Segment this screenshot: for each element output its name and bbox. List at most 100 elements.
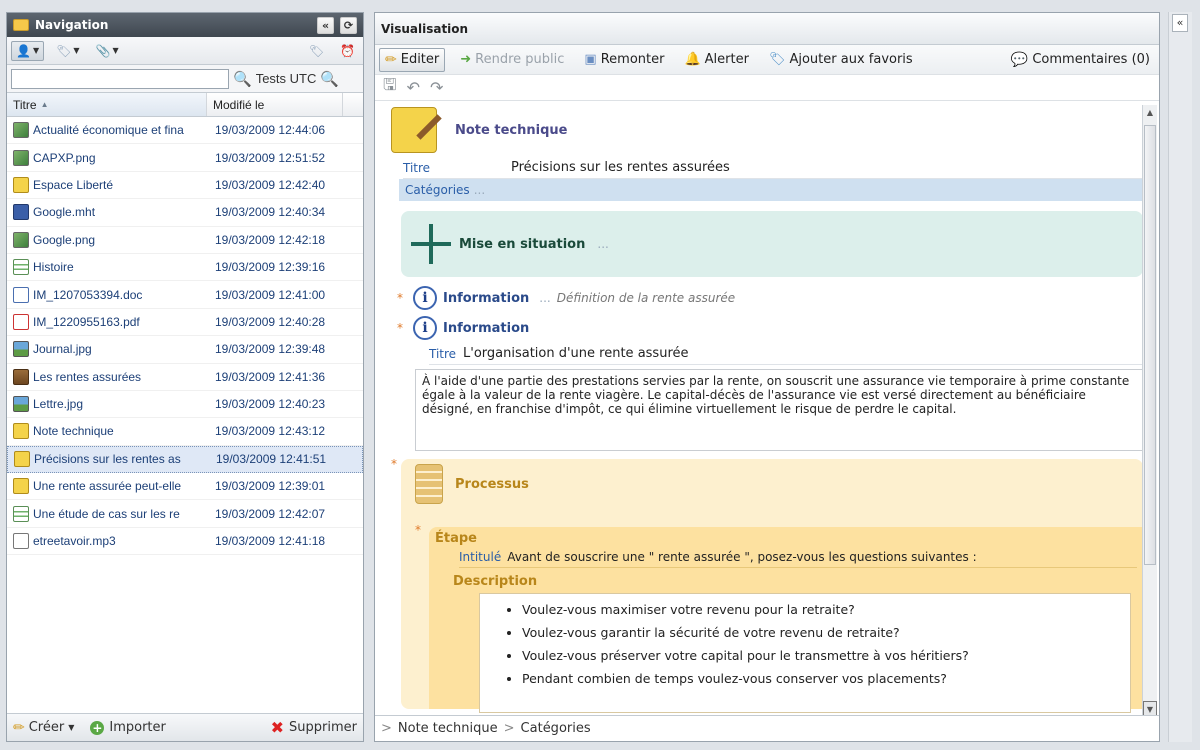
jpg-icon [13, 396, 29, 413]
content-scrollbar[interactable]: ▲ ▼ [1142, 105, 1157, 717]
table-row[interactable]: etreetavoir.mp3 19/03/2009 12:41:18 [7, 528, 363, 556]
undo-icon[interactable]: ↶ [407, 78, 420, 97]
bell-icon: 🔔 [684, 52, 701, 67]
case-icon [13, 368, 29, 385]
note-type-title: Note technique [455, 122, 568, 138]
note-icon [13, 176, 29, 193]
information-more[interactable]: ... [539, 291, 550, 305]
row-title: Espace Liberté [33, 177, 114, 192]
chevron-down-icon: ▼ [73, 46, 80, 55]
compass-icon [411, 224, 451, 264]
navigation-panel: Navigation « ⟳ 👤 ▼ 🏷 ▼ 📎 ▼ 🏷 ⏰ 🔍 Tests UTC … [6, 12, 364, 742]
create-button[interactable]: ✏ Créer ▼ [13, 720, 74, 736]
tag-filter-button[interactable]: 🏷 ▼ [52, 42, 83, 60]
table-row[interactable]: Google.png 19/03/2009 12:42:18 [7, 227, 363, 254]
table-row[interactable]: Une étude de cas sur les re 19/03/2009 12… [7, 500, 363, 528]
html-icon [13, 204, 29, 221]
processus-title: Processus [455, 476, 529, 492]
list-item: Voulez-vous préserver votre capital pour… [522, 644, 1120, 667]
note-icon [13, 478, 29, 495]
row-title: Une rente assurée peut-elle [33, 479, 182, 494]
info-icon: i [413, 286, 437, 310]
tag-icon: 🏷 [56, 43, 72, 58]
add-favorite-button[interactable]: 🏷 Ajouter aux favoris [764, 49, 918, 70]
column-header-title[interactable]: Titre ▲ [7, 93, 207, 116]
chevron-down-icon: ▼ [32, 46, 40, 55]
row-title-cell: Espace Liberté [7, 176, 213, 193]
search-row: 🔍 Tests UTC 🔍 [7, 65, 363, 93]
information-block: * i Information ... Définition de la ren… [397, 283, 1143, 313]
attachment-filter-button[interactable]: 📎 ▼ [92, 42, 123, 60]
table-row[interactable]: Une rente assurée peut-elle 19/03/2009 12… [7, 473, 363, 501]
list-item: Pendant combien de temps voulez-vous con… [522, 667, 1120, 690]
scroll-up-icon[interactable]: ▲ [1143, 105, 1157, 121]
row-title-cell: Google.mht [7, 204, 213, 221]
save-icon[interactable]: 🖫 [383, 74, 397, 101]
table-row[interactable]: Histoire 19/03/2009 12:39:16 [7, 254, 363, 282]
pdf-icon [13, 313, 29, 330]
alert-button[interactable]: 🔔 Alerter [679, 49, 753, 70]
edit-toolbar: 🖫 ↶ ↷ [375, 75, 1159, 101]
publish-icon: ➜ [460, 52, 472, 67]
row-modified: 19/03/2009 12:42:18 [215, 232, 326, 247]
table-row[interactable]: Lettre.jpg 19/03/2009 12:40:23 [7, 391, 363, 419]
table-row[interactable]: Espace Liberté 19/03/2009 12:42:40 [7, 172, 363, 200]
right-collapsed-panel [1168, 12, 1192, 742]
story-icon [13, 259, 29, 276]
search-scope-label[interactable]: Tests UTC [256, 71, 317, 86]
titre-value: L'organisation d'une rente assurée [463, 346, 689, 361]
chevron-down-icon: ▼ [112, 46, 119, 55]
expand-panel-icon[interactable]: « [1172, 14, 1188, 32]
table-row[interactable]: IM_1220955163.pdf 19/03/2009 12:40:28 [7, 309, 363, 337]
title-field[interactable]: Titre Précisions sur les rentes assurées [403, 157, 1143, 179]
refresh-icon[interactable]: ⟳ [340, 16, 357, 34]
comments-button[interactable]: 💬 Commentaires (0) [1006, 49, 1155, 71]
breadcrumb-item[interactable]: Note technique [398, 721, 498, 736]
collapse-icon[interactable]: « [317, 16, 334, 34]
required-star-icon: * [397, 291, 403, 305]
edit-button[interactable]: ✏ Editer [379, 47, 446, 72]
raise-button[interactable]: ▣ Remonter [579, 49, 669, 70]
table-row[interactable]: IM_1207053394.doc 19/03/2009 12:41:00 [7, 281, 363, 309]
column-header-modified[interactable]: Modifié le [207, 93, 343, 116]
doc-icon [13, 286, 29, 303]
tags-button[interactable]: 🏷 [305, 42, 328, 60]
table-row[interactable]: Actualité économique et fina 19/03/2009 1… [7, 117, 363, 145]
search-icon[interactable]: 🔍 [233, 70, 252, 88]
table-row[interactable]: Google.mht 19/03/2009 12:40:34 [7, 199, 363, 227]
row-modified: 19/03/2009 12:41:18 [215, 534, 326, 549]
description-box[interactable]: Voulez-vous maximiser votre revenu pour … [479, 593, 1131, 713]
user-filter-button[interactable]: 👤 ▼ [11, 40, 45, 61]
breadcrumb-item[interactable]: Catégories [521, 721, 591, 736]
history-button[interactable]: ⏰ [336, 42, 359, 60]
row-modified: 19/03/2009 12:40:34 [215, 205, 326, 220]
categories-more[interactable]: ... [474, 183, 485, 197]
row-title-cell: Journal.jpg [7, 341, 213, 358]
table-row[interactable]: Les rentes assurées 19/03/2009 12:41:36 [7, 364, 363, 391]
intitule-field[interactable]: Intitulé Avant de souscrire une " rente … [459, 546, 1137, 568]
pencil-icon: ✏ [385, 51, 397, 68]
row-title: Journal.jpg [33, 342, 92, 357]
note-icon [14, 451, 30, 468]
table-row[interactable]: Précisions sur les rentes as 19/03/2009 1… [7, 445, 363, 474]
categories-label: Catégories [405, 183, 470, 197]
import-button[interactable]: + Importer [90, 720, 166, 735]
information-title-field[interactable]: Titre L'organisation d'une rente assurée [429, 343, 1143, 365]
information-text[interactable]: À l'aide d'une partie des prestations se… [415, 369, 1143, 451]
row-title-cell: Précisions sur les rentes as [8, 451, 214, 468]
table-row[interactable]: Journal.jpg 19/03/2009 12:39:48 [7, 336, 363, 364]
table-row[interactable]: CAPXP.png 19/03/2009 12:51:52 [7, 144, 363, 172]
categories-field[interactable]: Catégories ... [399, 179, 1143, 201]
search-input[interactable] [11, 68, 229, 89]
redo-icon[interactable]: ↷ [430, 78, 443, 97]
scope-search-icon[interactable]: 🔍 [320, 70, 339, 88]
table-row[interactable]: Note technique 19/03/2009 12:43:12 [7, 418, 363, 446]
row-modified: 19/03/2009 12:42:07 [215, 506, 326, 521]
row-title-cell: CAPXP.png [7, 149, 213, 166]
delete-button[interactable]: ✖ Supprimer [271, 718, 357, 737]
scroll-thumb[interactable] [1144, 125, 1156, 565]
navigation-title: Navigation [35, 18, 109, 32]
mise-more[interactable]: ... [597, 237, 608, 251]
information-block: * i Information [397, 313, 1143, 343]
publish-button[interactable]: ➜ Rendre public [455, 49, 569, 70]
